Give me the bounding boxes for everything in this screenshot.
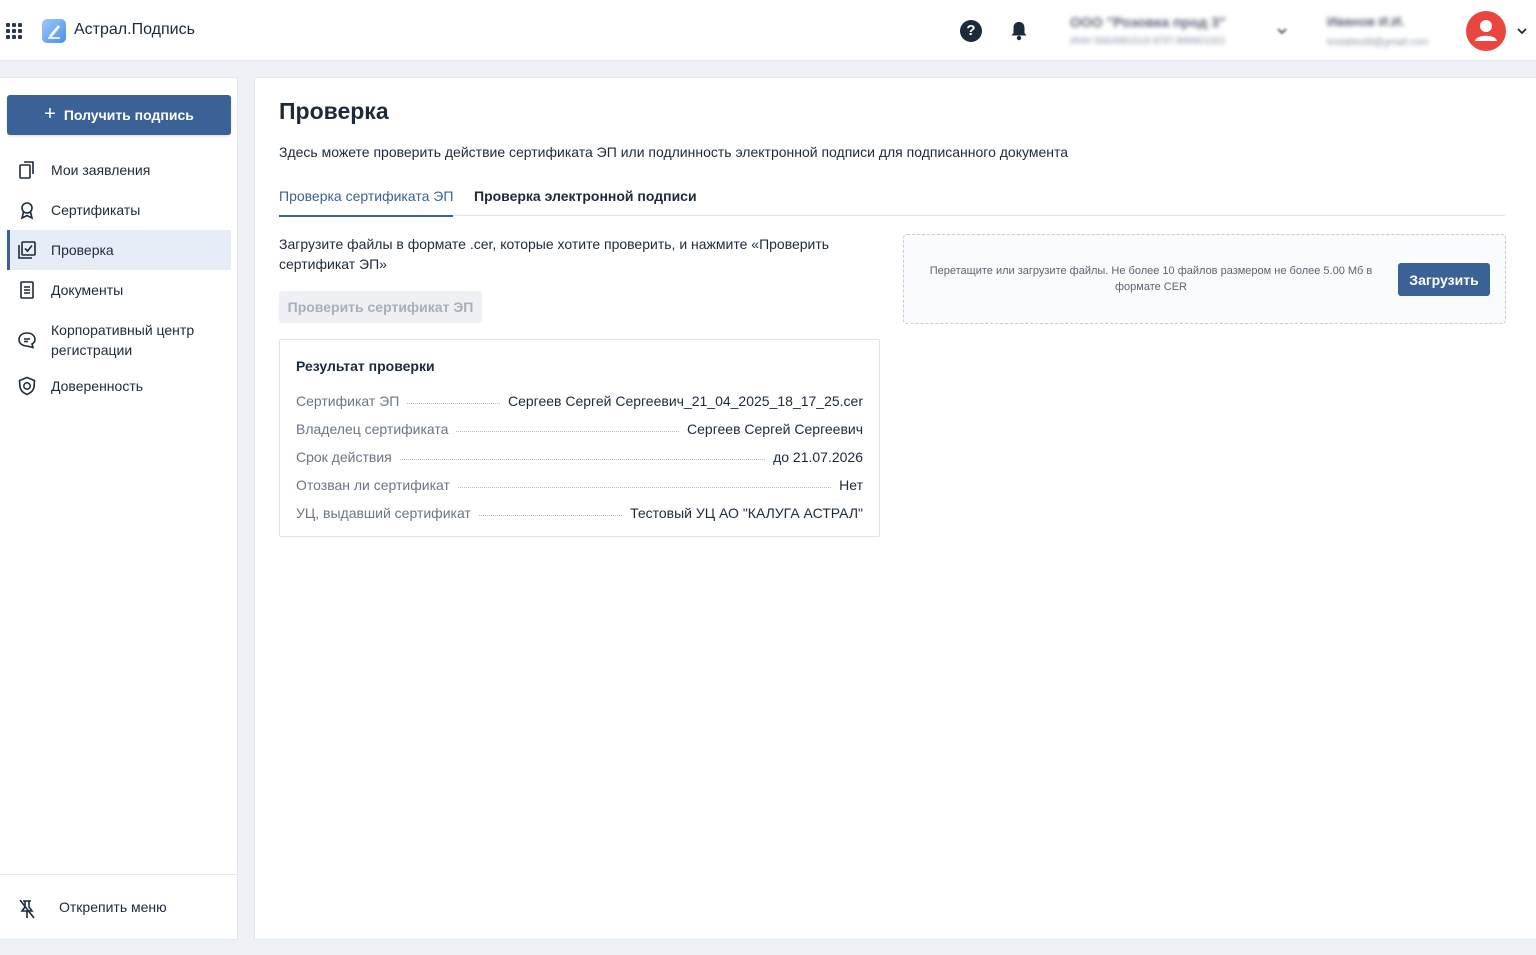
upload-button[interactable]: Загрузить — [1398, 263, 1490, 296]
user-name: Иванов И.И. — [1327, 14, 1405, 29]
tab-certificate-check[interactable]: Проверка сертификата ЭП — [279, 188, 454, 217]
sidebar-item-label: Проверка — [51, 242, 114, 258]
result-key: Сертификат ЭП — [296, 393, 400, 409]
sidebar-item-corporate-center[interactable]: Корпоративный центр регистрации — [7, 315, 231, 365]
document-icon — [20, 281, 34, 299]
dropzone-text: Перетащите или загрузите файлы. Не более… — [929, 265, 1373, 293]
sidebar-item-power-of-attorney[interactable]: Доверенность — [7, 366, 231, 406]
get-signature-button[interactable]: + Получить подпись — [7, 95, 231, 135]
sidebar-divider — [0, 874, 237, 875]
get-signature-label: Получить подпись — [63, 107, 194, 123]
app-title[interactable]: Астрал.Подпись — [74, 21, 195, 39]
result-key: УЦ, выдавший сертификат — [296, 505, 471, 521]
result-row: Сертификат ЭП Сергеев Сергей Сергеевич_2… — [296, 389, 863, 409]
upload-instruction: Загрузите файлы в формате .cer, которые … — [279, 236, 830, 272]
result-value: до 21.07.2026 — [773, 449, 863, 465]
user-email: testattest8@gmail.com — [1327, 37, 1429, 48]
shield-icon — [18, 376, 36, 396]
sidebar-item-label: Документы — [51, 282, 124, 298]
result-value: Сергеев Сергей Сергеевич_21_04_2025_18_1… — [507, 393, 863, 409]
sidebar-item-label: Сертификаты — [51, 202, 141, 218]
result-value: Нет — [839, 477, 863, 493]
main-content: Проверка Здесь можете проверить действие… — [254, 77, 1536, 940]
result-key: Владелец сертификата — [296, 421, 449, 437]
page-title: Проверка — [279, 98, 389, 124]
dotted-leader — [478, 515, 623, 516]
apps-grid-icon[interactable] — [6, 23, 23, 40]
sidebar-item-label: Мои заявления — [51, 162, 151, 178]
sidebar-item-applications[interactable]: Мои заявления — [7, 150, 231, 190]
result-row: Срок действия до 21.07.2026 — [296, 445, 863, 465]
applications-icon — [19, 161, 34, 179]
dotted-leader — [457, 487, 832, 488]
sidebar: + Получить подпись Мои заявления Сертифи… — [0, 77, 238, 940]
result-key: Отозван ли сертификат — [296, 477, 450, 493]
sidebar-item-label: Доверенность — [51, 378, 144, 394]
organization-selector[interactable]: ООО "Розовка прод 3" ИНН 5664981519 КПП … — [1070, 14, 1270, 47]
tabs: Проверка сертификата ЭП Проверка электро… — [279, 188, 1505, 217]
dotted-leader — [456, 431, 680, 432]
chat-icon — [18, 332, 36, 349]
result-title: Результат проверки — [296, 358, 435, 374]
result-row: Отозван ли сертификат Нет — [296, 473, 863, 493]
check-certificate-button[interactable]: Проверить сертификат ЭП — [279, 291, 482, 323]
sidebar-item-label: Корпоративный центр регистрации — [51, 322, 195, 358]
result-card: Результат проверки Сертификат ЭП Сергеев… — [279, 339, 880, 537]
result-key: Срок действия — [296, 449, 392, 465]
dotted-leader — [399, 459, 766, 460]
result-row: УЦ, выдавший сертификат Тестовый УЦ АО "… — [296, 501, 863, 521]
result-row: Владелец сертификата Сергеев Сергей Серг… — [296, 417, 863, 437]
organization-name: ООО "Розовка прод 3" — [1070, 14, 1226, 30]
organization-chevron-down-icon[interactable] — [1276, 26, 1288, 36]
organization-ids: ИНН 5664981519 КПП 999901001 — [1070, 36, 1226, 47]
result-value: Сергеев Сергей Сергеевич — [687, 421, 863, 437]
sidebar-item-check[interactable]: Проверка — [7, 230, 231, 270]
sidebar-item-documents[interactable]: Документы — [7, 270, 231, 310]
app-logo-icon[interactable] — [42, 19, 66, 43]
file-dropzone[interactable]: Перетащите или загрузите файлы. Не более… — [903, 234, 1506, 324]
bell-icon[interactable] — [1010, 21, 1028, 41]
certificate-icon — [20, 202, 34, 220]
check-icon — [18, 241, 36, 259]
unpin-menu-label: Открепить меню — [59, 899, 167, 915]
unpin-menu-button[interactable]: Открепить меню — [7, 888, 231, 928]
tab-signature-check[interactable]: Проверка электронной подписи — [474, 188, 697, 216]
unpin-icon — [19, 899, 35, 919]
user-avatar-icon[interactable] — [1466, 11, 1506, 51]
page-description: Здесь можете проверить действие сертифик… — [279, 144, 1069, 160]
result-value: Тестовый УЦ АО "КАЛУГА АСТРАЛ" — [630, 505, 863, 521]
plus-icon: + — [44, 103, 56, 125]
user-menu-chevron-down-icon[interactable] — [1516, 27, 1528, 35]
dotted-leader — [407, 403, 500, 404]
help-icon[interactable]: ? — [960, 20, 982, 42]
top-header: Астрал.Подпись ? ООО "Розовка прод 3" ИН… — [0, 0, 1536, 61]
user-info[interactable]: Иванов И.И. testattest8@gmail.com — [1327, 14, 1467, 48]
sidebar-item-certificates[interactable]: Сертификаты — [7, 190, 231, 230]
